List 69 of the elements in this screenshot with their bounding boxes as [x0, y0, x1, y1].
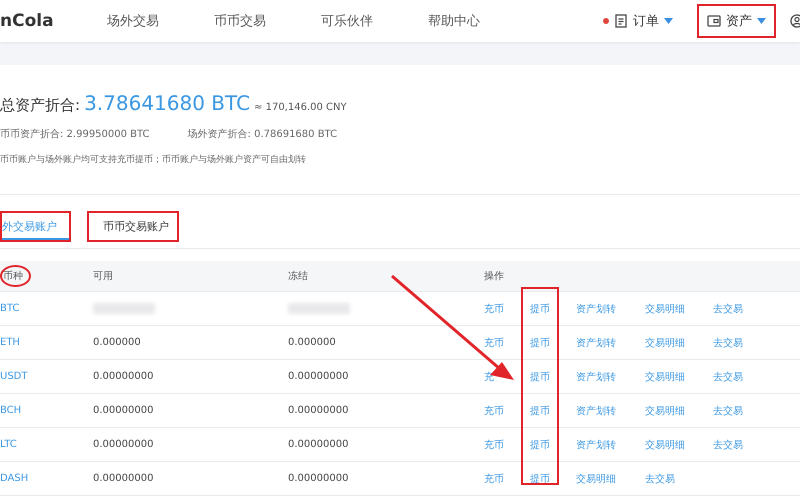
column-header: 可用 — [93, 270, 114, 284]
cny-value: ≈ 170,146.00 CNY — [254, 102, 347, 113]
action-link[interactable]: 去交易 — [713, 438, 743, 452]
available-cell-text: 0.00000000 — [93, 473, 154, 484]
action-link[interactable]: 去交易 — [713, 302, 743, 316]
coin-link[interactable]: BTC — [0, 303, 93, 314]
action-link[interactable]: 去交易 — [713, 404, 743, 418]
action-link[interactable]: 资产划转 — [576, 302, 616, 316]
column-header: 币种 — [0, 265, 31, 287]
action-link[interactable]: 提币 — [530, 336, 550, 350]
action-link[interactable]: 充币 — [484, 438, 504, 452]
action-link[interactable]: 提币 — [530, 302, 550, 316]
action-link[interactable]: 提币 — [530, 438, 550, 452]
available-cell-text: 0.000000 — [93, 337, 142, 348]
coin-link[interactable]: ETH — [0, 337, 93, 348]
action-link[interactable]: 提币 — [530, 472, 550, 486]
wallet-icon — [707, 14, 721, 28]
action-link[interactable]: 去交易 — [713, 370, 743, 384]
action-link[interactable]: 资产划转 — [576, 438, 616, 452]
action-link[interactable]: 提币 — [530, 370, 550, 384]
total-value: 3.78641680 BTC — [84, 91, 250, 115]
action-link[interactable]: 充 — [484, 370, 494, 384]
available-cell-text: 0.00000000 — [93, 405, 154, 416]
nav-link[interactable]: 币币交易 — [214, 12, 321, 30]
account-tab[interactable]: 币币交易账户 — [87, 211, 179, 242]
available-cell-text: 0.00000000 — [93, 371, 154, 382]
frozen-cell-text: 0.00000000 — [288, 473, 350, 484]
total-label: 总资产折合: — [0, 96, 80, 115]
action-link[interactable]: 去交易 — [713, 336, 743, 350]
nav-menu[interactable]: 订单 — [593, 4, 683, 38]
logo[interactable]: nCola — [0, 11, 107, 31]
info-note: 币币账户与场外账户均可支持充币提币；币币账户与场外账户资产可自由划转 — [0, 154, 307, 166]
action-link[interactable]: 资产划转 — [576, 336, 616, 350]
action-link[interactable]: 充币 — [484, 472, 504, 486]
frozen-cell-text: 0.00000000 — [288, 371, 350, 382]
action-link[interactable]: 资产划转 — [576, 370, 616, 384]
action-link[interactable]: 交易明细 — [645, 302, 685, 316]
otc-assets: 场外资产折合: 0.78691680 BTC — [188, 128, 338, 141]
caret-icon — [757, 18, 766, 24]
frozen-cell-text: 0.00000000 — [288, 405, 350, 416]
action-link[interactable]: 充币 — [484, 336, 504, 350]
nav-link[interactable]: 场外交易 — [107, 12, 214, 30]
action-link[interactable]: 交易明细 — [645, 336, 685, 350]
account-tab[interactable]: 外交易账户 — [0, 211, 71, 242]
action-link[interactable]: 充币 — [484, 302, 504, 316]
document-icon — [614, 14, 628, 28]
frozen-cell-text: 0.000000 — [288, 337, 337, 348]
nav-menu[interactable]: 资产 — [697, 4, 776, 38]
nav-link[interactable]: 帮助中心 — [428, 12, 535, 30]
nav-link[interactable]: 可乐伙伴 — [321, 12, 428, 30]
available-cell-text: 0.00000000 — [93, 439, 154, 450]
action-link[interactable]: 交易明细 — [645, 404, 685, 418]
action-link[interactable]: 提币 — [530, 404, 550, 418]
action-link[interactable]: 资产划转 — [576, 404, 616, 418]
coin-link[interactable]: BCH — [0, 405, 93, 416]
action-link[interactable]: 交易明细 — [645, 438, 685, 452]
spot-assets: 币币资产折合: 2.99950000 BTC — [0, 128, 150, 141]
action-link[interactable]: 充币 — [484, 404, 504, 418]
coin-link[interactable]: USDT — [0, 371, 93, 382]
column-header: 操作 — [484, 270, 505, 284]
column-header: 冻结 — [288, 270, 309, 284]
user-icon[interactable] — [790, 14, 800, 28]
caret-icon — [664, 18, 673, 24]
frozen-cell-text: 0.00000000 — [288, 439, 350, 450]
action-link[interactable]: 交易明细 — [576, 472, 616, 486]
action-link[interactable]: 去交易 — [645, 472, 675, 486]
action-link[interactable]: 交易明细 — [645, 370, 685, 384]
coin-link[interactable]: DASH — [0, 473, 93, 484]
coin-link[interactable]: LTC — [0, 439, 93, 450]
